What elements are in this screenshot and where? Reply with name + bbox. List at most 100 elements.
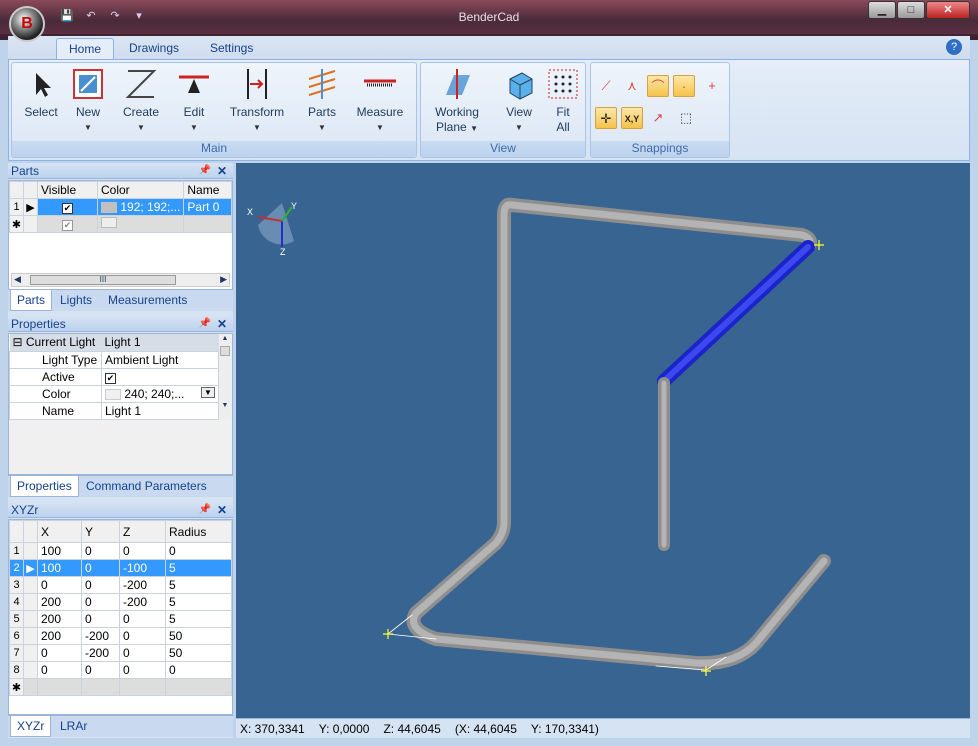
cell-y[interactable]: 0	[81, 593, 120, 611]
color-cell[interactable]: 192; 192;...	[96, 198, 185, 216]
snap-intersection-icon[interactable]: +	[701, 75, 723, 97]
cell-radius[interactable]: 0	[165, 661, 232, 679]
scroll-thumb[interactable]: III	[30, 275, 176, 285]
xyz-col-y[interactable]: Y	[81, 520, 120, 543]
pin-icon[interactable]: 📌	[199, 163, 211, 179]
tab-command-parameters[interactable]: Command Parameters	[80, 476, 213, 497]
cell-z[interactable]: 0	[119, 644, 166, 662]
tab-home[interactable]: Home	[56, 38, 115, 60]
table-row[interactable]: 7 0 -200 0 50	[9, 644, 232, 662]
cell-radius[interactable]: 5	[165, 593, 232, 611]
cell-radius[interactable]: 50	[165, 644, 232, 662]
cell-radius[interactable]: 0	[165, 542, 232, 560]
table-row-new[interactable]: ✱	[9, 678, 232, 696]
table-row[interactable]: 1 ▶ ✔ 192; 192;... Part 0	[9, 198, 232, 216]
prop-light-type-value[interactable]: Ambient Light	[101, 350, 219, 369]
color-dropdown-icon[interactable]: ▼	[201, 386, 215, 398]
maximize-button[interactable]: □	[897, 1, 925, 19]
cell-z[interactable]: 0	[119, 661, 166, 679]
table-row[interactable]: 1 100 0 0 0	[9, 542, 232, 560]
cell-x[interactable]: 200	[37, 610, 82, 628]
cell-z[interactable]: -200	[119, 576, 166, 594]
scroll-right-icon[interactable]: ▶	[220, 274, 227, 285]
table-row[interactable]: 3 0 0 -200 5	[9, 576, 232, 594]
3d-viewport[interactable]: X Y Z	[236, 163, 970, 718]
category-current-light[interactable]: ⊟ Current Light	[10, 334, 102, 351]
snap-box-icon[interactable]: ⬚	[675, 107, 697, 129]
horizontal-scrollbar[interactable]: ◀ III ▶	[11, 273, 230, 287]
parts-button[interactable]: Parts ▼	[302, 67, 342, 135]
tab-settings[interactable]: Settings	[198, 38, 265, 60]
visible-checkbox[interactable]: ✔	[37, 198, 98, 216]
parts-col-name[interactable]: Name	[183, 181, 232, 199]
cell-radius[interactable]: 5	[165, 559, 232, 577]
tab-xyzr[interactable]: XYZr	[10, 716, 52, 737]
select-button[interactable]: Select	[18, 67, 64, 120]
color-cell-new[interactable]	[96, 215, 185, 233]
cell-z[interactable]: 0	[119, 542, 166, 560]
cell-x[interactable]: 100	[37, 542, 82, 560]
tab-drawings[interactable]: Drawings	[117, 38, 191, 60]
snap-center-icon[interactable]: ·	[673, 75, 695, 97]
fit-all-button[interactable]: Fit All	[545, 67, 581, 135]
viewport-canvas[interactable]: X Y Z	[236, 163, 970, 718]
cell-y[interactable]: 0	[81, 559, 120, 577]
create-button[interactable]: Create ▼	[116, 67, 166, 135]
parts-col-color[interactable]: Color	[96, 181, 185, 199]
cell-x[interactable]: 100	[37, 559, 82, 577]
new-row-cell[interactable]	[81, 678, 120, 696]
prop-color-value[interactable]: 240; 240;... ▼	[101, 384, 219, 403]
new-row-cell[interactable]	[119, 678, 166, 696]
table-row[interactable]: 2 ▶ 100 0 -100 5	[9, 559, 232, 577]
minimize-button[interactable]: ▁	[868, 1, 896, 19]
table-row[interactable]: 4 200 0 -200 5	[9, 593, 232, 611]
cell-y[interactable]: 0	[81, 610, 120, 628]
tab-lrar[interactable]: LRAr	[54, 716, 93, 737]
snap-perpendicular-icon[interactable]: ↗	[647, 107, 669, 129]
cell-z[interactable]: 0	[119, 627, 166, 645]
visible-checkbox-new[interactable]: ✔	[37, 215, 98, 233]
application-menu-button[interactable]: B	[9, 6, 45, 42]
snap-arc-icon[interactable]: ⌒	[647, 75, 669, 97]
close-pane-icon[interactable]: ✕	[217, 316, 227, 332]
pin-icon[interactable]: 📌	[199, 316, 211, 332]
scroll-left-icon[interactable]: ◀	[14, 274, 21, 285]
properties-scrollbar[interactable]: ▲ ▼	[219, 335, 231, 419]
new-row-cell[interactable]	[23, 678, 38, 696]
bent-pipe[interactable]	[387, 197, 831, 671]
working-plane-button[interactable]: Working Plane ▼	[429, 67, 485, 136]
cell-y[interactable]: -200	[81, 644, 120, 662]
table-row[interactable]: 5 200 0 0 5	[9, 610, 232, 628]
new-row-cell[interactable]	[165, 678, 232, 696]
cell-x[interactable]: 200	[37, 627, 82, 645]
prop-name-value[interactable]: Light 1	[101, 401, 219, 420]
edit-button[interactable]: Edit ▼	[174, 67, 214, 135]
cell-y[interactable]: 0	[81, 542, 120, 560]
new-row-cell[interactable]	[37, 678, 82, 696]
xyz-col-radius[interactable]: Radius	[165, 520, 232, 543]
cell-x[interactable]: 0	[37, 661, 82, 679]
tab-parts[interactable]: Parts	[10, 290, 53, 311]
close-button[interactable]: ✕	[926, 1, 970, 19]
help-icon[interactable]: ?	[946, 39, 962, 55]
snap-midpoint-icon[interactable]: ⋏	[621, 75, 643, 97]
prop-active-checkbox[interactable]: ✔	[101, 367, 219, 386]
cell-radius[interactable]: 5	[165, 610, 232, 628]
transform-button[interactable]: Transform ▼	[224, 67, 290, 135]
view-button[interactable]: View ▼	[499, 67, 539, 135]
cell-y[interactable]: 0	[81, 661, 120, 679]
table-row[interactable]: 6 200 -200 0 50	[9, 627, 232, 645]
xyz-col-x[interactable]: X	[37, 520, 82, 543]
cell-radius[interactable]: 50	[165, 627, 232, 645]
pin-icon[interactable]: 📌	[199, 502, 211, 518]
cell-x[interactable]: 200	[37, 593, 82, 611]
parts-col-visible[interactable]: Visible	[37, 181, 98, 199]
snap-endpoint-icon[interactable]: ⟋	[595, 75, 617, 97]
snap-xy-button[interactable]: X,Y	[621, 107, 643, 129]
name-cell-new[interactable]	[183, 215, 232, 233]
tab-measurements[interactable]: Measurements	[102, 290, 193, 311]
close-pane-icon[interactable]: ✕	[217, 502, 227, 518]
cell-z[interactable]: 0	[119, 610, 166, 628]
cell-y[interactable]: 0	[81, 576, 120, 594]
table-row[interactable]: 80000	[9, 661, 232, 679]
